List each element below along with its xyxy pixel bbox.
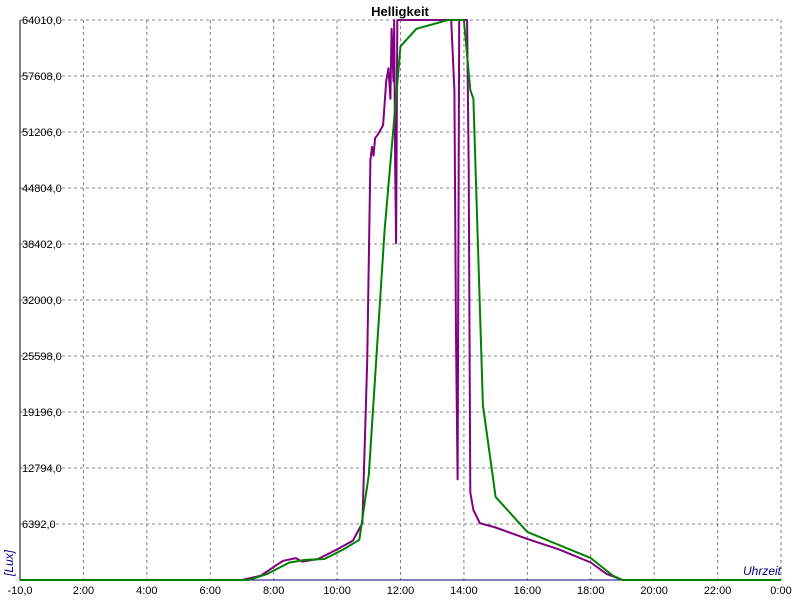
x-axis-label: Uhrzeit <box>743 564 782 578</box>
x-tick-label: 20:00 <box>640 585 668 597</box>
tick-label-layer: -10,0 2:00 4:00 6:00 8:00 10:00 12:00 14:00 16:0… <box>7 15 791 597</box>
x-tick-label: 4:00 <box>136 585 157 597</box>
chart-title: Helligkeit <box>371 4 429 19</box>
x-tick-label: -10,0 <box>7 585 32 597</box>
y-tick-label: 25598,0 <box>22 351 62 363</box>
grid-layer <box>20 19 782 580</box>
y-tick-label: 44804,0 <box>22 183 62 195</box>
x-tick-label: 0:00 <box>770 585 791 597</box>
y-tick-label: 51206,0 <box>22 127 62 139</box>
x-tick-label: 10:00 <box>323 585 351 597</box>
x-tick-label: 6:00 <box>200 585 221 597</box>
y-tick-label: 32000,0 <box>22 295 62 307</box>
x-tick-label: 14:00 <box>450 585 478 597</box>
x-tick-label: 22:00 <box>704 585 732 597</box>
y-tick-label: 64010,0 <box>22 15 62 27</box>
x-tick-label: 16:00 <box>514 585 542 597</box>
y-tick-label: 12794,0 <box>22 463 62 475</box>
y-tick-label: 19196,0 <box>22 407 62 419</box>
y-tick-label: 6392,0 <box>22 519 56 531</box>
chart-container: -10,0 2:00 4:00 6:00 8:00 10:00 12:00 14:00 16:0… <box>0 0 800 600</box>
x-tick-label: 8:00 <box>263 585 284 597</box>
y-tick-label: 38402,0 <box>22 239 62 251</box>
brightness-line-chart: -10,0 2:00 4:00 6:00 8:00 10:00 12:00 14:00 16:0… <box>2 4 792 597</box>
x-tick-label: 2:00 <box>73 585 94 597</box>
x-tick-label: 12:00 <box>387 585 415 597</box>
y-tick-label: 57608,0 <box>22 71 62 83</box>
y-axis-label: [Lux] <box>2 549 16 577</box>
x-tick-label: 18:00 <box>577 585 605 597</box>
